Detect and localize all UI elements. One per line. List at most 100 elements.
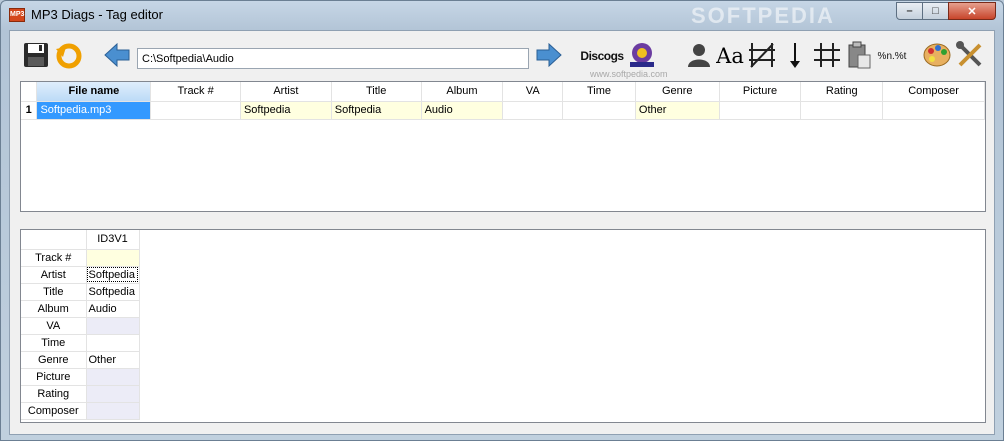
close-button[interactable]: ✕	[948, 2, 996, 20]
clipboard-icon	[847, 41, 871, 72]
file-name-cell[interactable]: Softpedia.mp3	[36, 101, 152, 120]
field-value[interactable]	[86, 249, 140, 267]
composer-cell[interactable]	[882, 101, 985, 120]
grid-strike-icon	[748, 41, 776, 72]
field-value[interactable]	[86, 385, 140, 403]
palette-icon	[922, 41, 952, 72]
field-value[interactable]	[86, 334, 140, 352]
field-label[interactable]: VA	[21, 317, 87, 335]
column-header[interactable]: File name	[36, 82, 152, 102]
column-header[interactable]: Artist	[240, 82, 332, 102]
discogs-query-button[interactable]: Discogs	[580, 41, 624, 71]
column-header[interactable]: Picture	[719, 82, 802, 102]
field-label[interactable]: Track #	[21, 249, 87, 267]
field-label[interactable]: Artist	[21, 266, 87, 284]
genre-cell[interactable]: Other	[635, 101, 720, 120]
field-label[interactable]: Rating	[21, 385, 87, 403]
artist-cell[interactable]: Softpedia	[240, 101, 332, 120]
field-value[interactable]	[86, 368, 140, 386]
tag-editor-window: MP3 MP3 Diags - Tag editor SOFTPEDIA – □…	[0, 0, 1004, 441]
reload-button[interactable]	[53, 41, 83, 71]
tag-details-grid[interactable]: ID3V1 Track # Artist Softpedia Title Sof…	[20, 229, 986, 423]
editor-client-area: Discogs Aa	[9, 30, 995, 435]
album-cell[interactable]: Audio	[421, 101, 504, 120]
paste-button[interactable]	[844, 41, 874, 71]
track-cell[interactable]	[150, 101, 241, 120]
save-button[interactable]	[21, 41, 51, 71]
person-icon	[686, 42, 712, 71]
title-bar[interactable]: MP3 MP3 Diags - Tag editor SOFTPEDIA – □…	[1, 1, 1003, 29]
rating-cell[interactable]	[800, 101, 884, 120]
field-value[interactable]: Softpedia	[86, 266, 140, 284]
settings-button[interactable]	[955, 40, 985, 71]
id3v1-column-header[interactable]: ID3V1	[86, 230, 140, 250]
title-cell[interactable]: Softpedia	[331, 101, 422, 120]
format-label: %n.%t	[877, 50, 907, 62]
field-value[interactable]: Other	[86, 351, 140, 369]
minimize-button[interactable]: –	[896, 2, 923, 20]
change-case-button[interactable]: Aa	[715, 41, 745, 71]
grid-icon	[813, 41, 841, 72]
field-value[interactable]: Audio	[86, 300, 140, 318]
window-title: MP3 Diags - Tag editor	[31, 7, 163, 22]
artist-button[interactable]	[684, 41, 714, 71]
paste-grid-button[interactable]	[812, 41, 842, 71]
arrow-right-icon	[536, 42, 562, 70]
tag-row-va[interactable]: VA	[21, 317, 140, 335]
field-label[interactable]: Genre	[21, 351, 87, 369]
watermark-url: www.softpedia.com	[590, 69, 668, 79]
tag-details-table: ID3V1 Track # Artist Softpedia Title Sof…	[21, 230, 140, 420]
files-grid[interactable]: File name Track # Artist Title Album VA …	[20, 81, 986, 212]
column-header[interactable]: VA	[502, 82, 564, 102]
table-row[interactable]: 1 Softpedia.mp3 Softpedia Softpedia Audi…	[21, 101, 985, 120]
undo-icon	[54, 41, 82, 72]
tag-row-time[interactable]: Time	[21, 334, 140, 352]
toggle-assigned-button[interactable]	[747, 41, 777, 71]
field-label[interactable]: Composer	[21, 402, 87, 420]
files-table: File name Track # Artist Title Album VA …	[21, 82, 985, 120]
field-label[interactable]: Picture	[21, 368, 87, 386]
field-label[interactable]: Time	[21, 334, 87, 352]
corner-cell[interactable]	[21, 82, 38, 102]
tag-row-picture[interactable]: Picture	[21, 368, 140, 386]
toolbar: Discogs Aa	[10, 31, 996, 81]
corner-cell[interactable]	[21, 230, 87, 250]
field-value[interactable]	[86, 317, 140, 335]
field-label[interactable]: Album	[21, 300, 87, 318]
column-header[interactable]: Genre	[635, 82, 720, 102]
file-name-pattern-button[interactable]: %n.%t	[874, 41, 910, 71]
palette-button[interactable]	[922, 41, 952, 71]
field-value[interactable]: Softpedia	[86, 283, 140, 301]
row-number[interactable]: 1	[21, 101, 38, 120]
field-label[interactable]: Title	[21, 283, 87, 301]
next-folder-button[interactable]	[534, 41, 564, 71]
arrow-left-icon	[104, 42, 130, 70]
musicbrainz-query-button[interactable]	[627, 41, 657, 71]
musicbrainz-icon	[627, 41, 657, 72]
tag-row-album[interactable]: Album Audio	[21, 300, 140, 318]
mp3-app-icon: MP3	[9, 8, 25, 22]
time-cell[interactable]	[562, 101, 636, 120]
column-header[interactable]: Title	[331, 82, 422, 102]
previous-folder-button[interactable]	[102, 41, 132, 71]
tag-row-track[interactable]: Track #	[21, 249, 140, 267]
column-header[interactable]: Time	[562, 82, 636, 102]
va-cell[interactable]	[502, 101, 564, 120]
maximize-button[interactable]: □	[922, 2, 949, 20]
copy-down-button[interactable]	[780, 41, 810, 71]
column-header[interactable]: Rating	[800, 82, 884, 102]
field-value[interactable]	[86, 402, 140, 420]
files-header-row: File name Track # Artist Title Album VA …	[21, 82, 985, 102]
picture-cell[interactable]	[719, 101, 802, 120]
column-header[interactable]: Composer	[882, 82, 985, 102]
column-header[interactable]: Track #	[150, 82, 241, 102]
tag-row-genre[interactable]: Genre Other	[21, 351, 140, 369]
column-header[interactable]: Album	[421, 82, 504, 102]
discogs-label: Discogs	[580, 49, 624, 63]
folder-path-input[interactable]	[137, 48, 529, 69]
tag-row-title[interactable]: Title Softpedia	[21, 283, 140, 301]
tag-row-artist[interactable]: Artist Softpedia	[21, 266, 140, 284]
save-icon	[23, 42, 49, 71]
tag-row-rating[interactable]: Rating	[21, 385, 140, 403]
tag-row-composer[interactable]: Composer	[21, 402, 140, 420]
